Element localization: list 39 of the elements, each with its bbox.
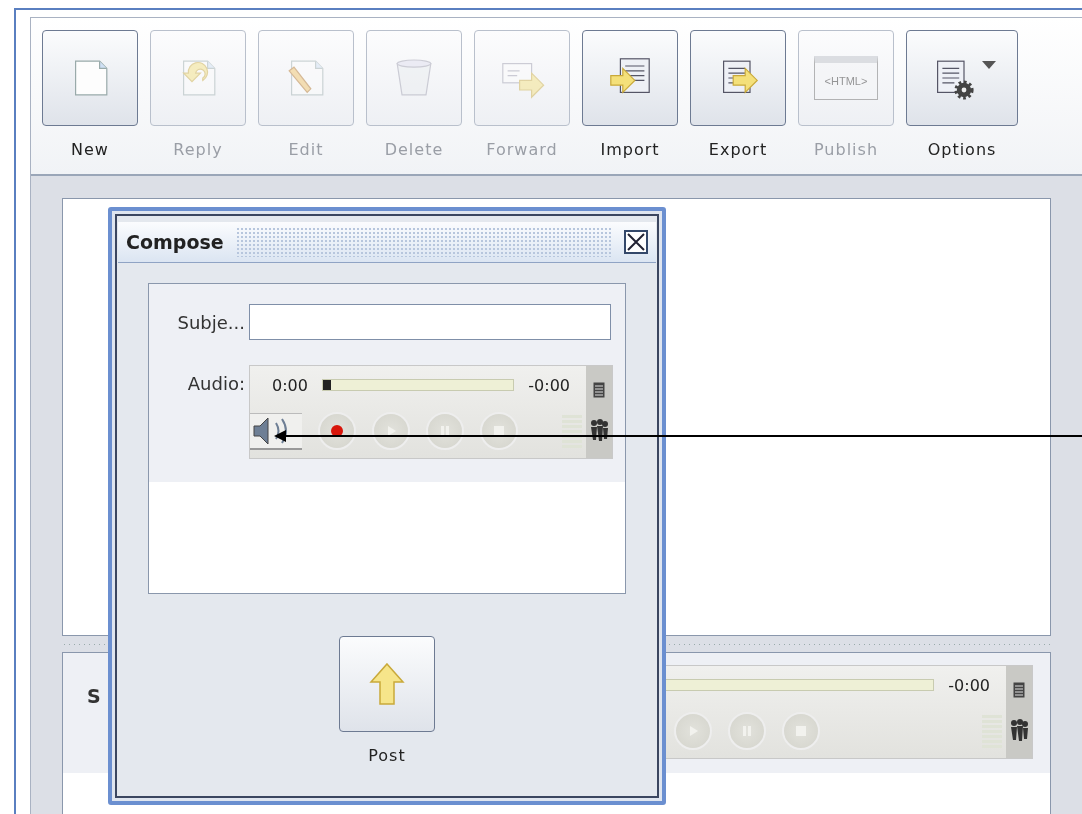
speaker-icon[interactable] <box>250 412 302 450</box>
button-label: Forward <box>486 140 558 159</box>
button-label: Options <box>927 140 997 159</box>
caret-icon <box>982 61 996 69</box>
people-icon[interactable] <box>589 418 609 442</box>
remaining-time: -0:00 <box>528 375 570 395</box>
level-meter <box>562 414 582 448</box>
new-button[interactable] <box>42 30 138 126</box>
export-button[interactable] <box>690 30 786 126</box>
button-label: Import <box>600 140 660 159</box>
remaining-time: -0:00 <box>948 675 990 695</box>
options-button[interactable] <box>906 30 1018 126</box>
up-arrow-icon <box>369 662 405 706</box>
elapsed-time: 0:00 <box>272 375 308 395</box>
button-label: Publish <box>814 140 878 159</box>
import-button[interactable] <box>582 30 678 126</box>
menu-icon[interactable] <box>1013 682 1025 698</box>
close-icon <box>626 232 646 252</box>
field-label: Audio: <box>186 372 245 394</box>
menu-icon[interactable] <box>593 382 605 398</box>
button-label: New <box>71 140 109 159</box>
button-label: Export <box>708 140 768 159</box>
dialog-title: Compose <box>126 231 224 253</box>
panel-label: S <box>87 685 101 707</box>
close-button[interactable] <box>624 230 648 254</box>
button-label: Delete <box>384 140 444 159</box>
stop-button[interactable] <box>480 412 518 450</box>
record-button[interactable] <box>318 412 356 450</box>
button-label: Post <box>368 746 406 765</box>
people-icon[interactable] <box>1009 718 1029 742</box>
button-label: Reply <box>173 140 223 159</box>
pause-button[interactable] <box>426 412 464 450</box>
subject-field[interactable] <box>249 304 611 340</box>
button-label: Edit <box>288 140 324 159</box>
field-label: Subje... <box>176 311 245 333</box>
play-button[interactable] <box>372 412 410 450</box>
progress-track[interactable] <box>321 379 515 391</box>
post-button[interactable] <box>339 636 435 732</box>
html-page-icon: <HTML> <box>814 56 878 100</box>
